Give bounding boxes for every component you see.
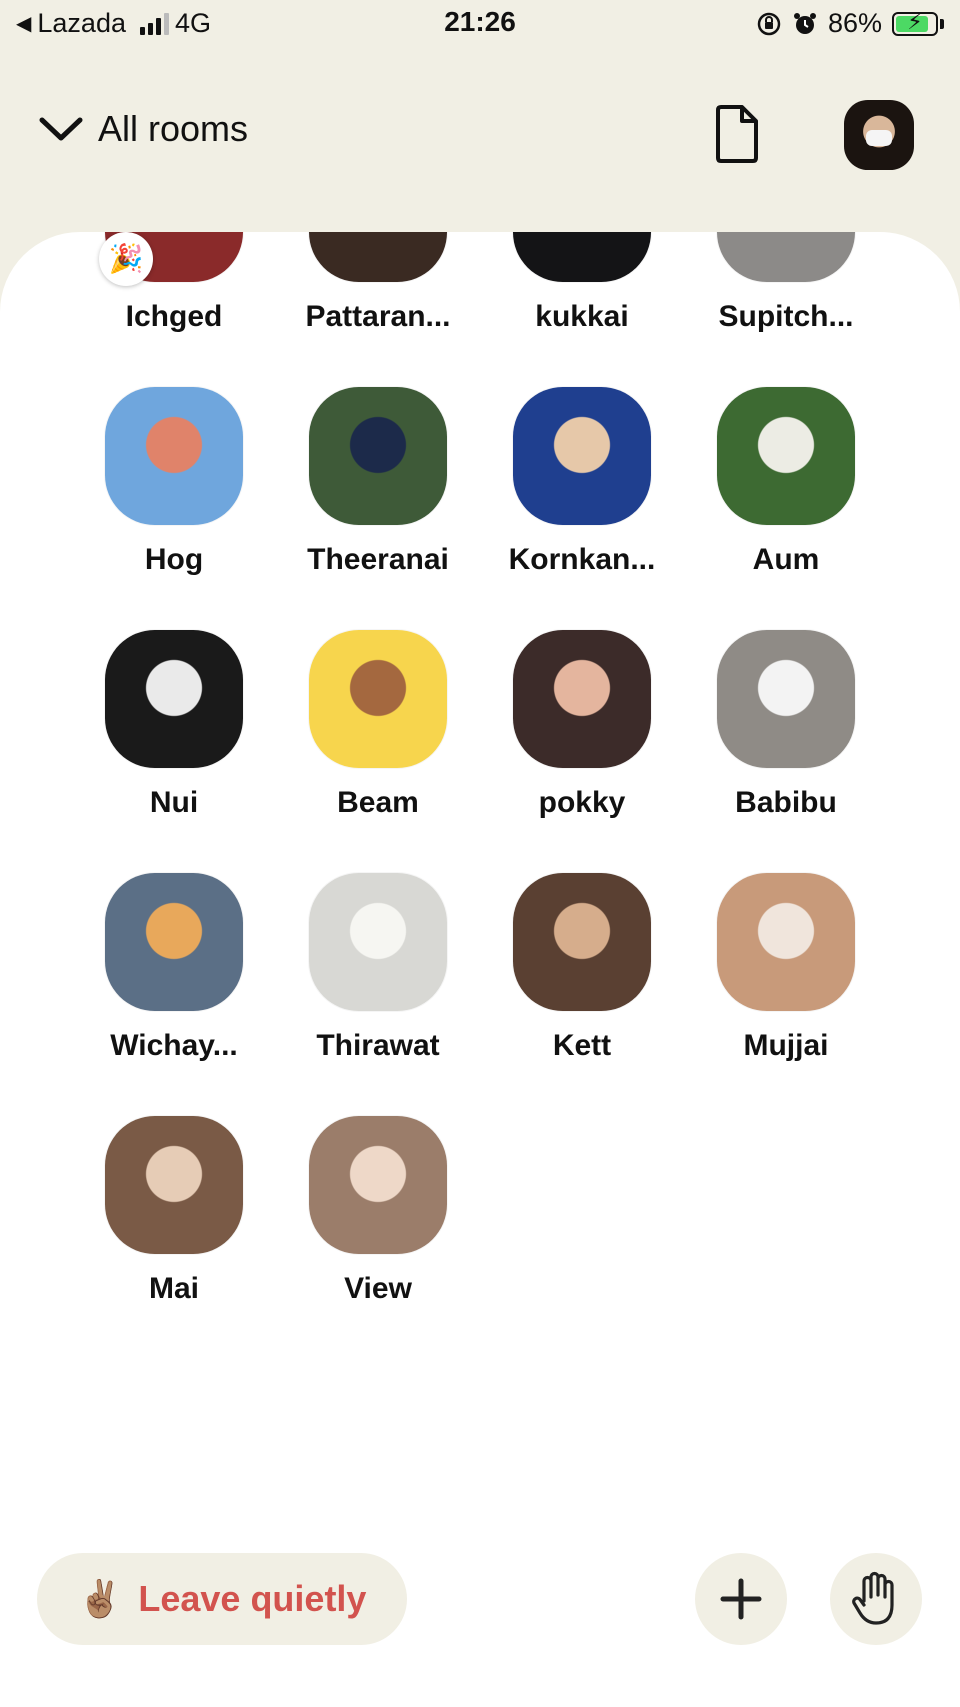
participant-name: Nui [149, 786, 199, 819]
participant-name: Hog [144, 543, 204, 576]
participant-name: View [344, 1272, 412, 1305]
participant-tile[interactable]: Kornkan... [480, 387, 684, 577]
avatar-mask-detail [866, 130, 892, 146]
profile-avatar[interactable] [844, 100, 914, 170]
add-button[interactable] [695, 1553, 787, 1645]
participant-tile[interactable]: Kett [480, 873, 684, 1063]
participant-tile[interactable]: 🎉 Ichged [72, 232, 276, 334]
party-badge-icon: 🎉 [99, 232, 153, 286]
participant-tile[interactable]: Theeranai [276, 387, 480, 577]
participant-avatar[interactable] [309, 387, 447, 525]
participant-name: Mujjai [743, 1029, 829, 1062]
participant-name: Pattaran... [305, 300, 451, 333]
participant-avatar[interactable]: 🎉 [99, 232, 243, 286]
participant-tile[interactable]: View [276, 1116, 480, 1306]
battery-icon: ⚡ [892, 8, 938, 36]
participant-avatar[interactable] [309, 630, 447, 768]
battery-percent: 86% [827, 8, 882, 38]
battery-nub [940, 18, 944, 29]
participant-tile[interactable]: Mai [72, 1116, 276, 1306]
participant-tile[interactable]: kukkai [480, 232, 684, 334]
participant-name: Thirawat [316, 1029, 440, 1062]
participant-tile[interactable]: Nui [72, 630, 276, 820]
participant-avatar[interactable] [513, 387, 651, 525]
participant-name: Beam [337, 786, 419, 819]
participant-avatar[interactable] [513, 630, 651, 768]
participant-avatar[interactable] [513, 873, 651, 1011]
participant-name: Aum [752, 543, 820, 576]
participant-name: Supitch... [718, 300, 854, 333]
participant-name: Babibu [735, 786, 837, 819]
leave-quietly-button[interactable]: ✌🏽 Leave quietly [37, 1553, 407, 1645]
participant-avatar[interactable] [717, 232, 855, 282]
room-sheet: 🎉 Ichged Pattaran... kukkai Supitch... Hog The… [0, 232, 960, 1707]
alarm-icon [793, 12, 816, 34]
participant-avatar[interactable] [309, 232, 447, 282]
participant-tile[interactable]: Babibu [684, 630, 888, 820]
peace-hand-icon: ✌🏽 [77, 1578, 123, 1619]
chevron-down-icon [39, 117, 83, 141]
participant-avatar[interactable] [309, 1116, 447, 1254]
participant-name: Kett [552, 1029, 612, 1062]
status-bar: ◀ Lazada 4G 21:26 86% ⚡ [0, 0, 960, 50]
participant-avatar[interactable] [105, 630, 243, 768]
participant-name: Kornkan... [508, 543, 656, 576]
participant-tile[interactable]: Thirawat [276, 873, 480, 1063]
all-rooms-label: All rooms [98, 108, 249, 149]
participant-tile[interactable]: Supitch... [684, 232, 888, 334]
participant-avatar[interactable] [513, 232, 651, 282]
all-rooms-dropdown[interactable]: All rooms [38, 108, 248, 150]
status-bar-right: 86% ⚡ [756, 8, 944, 39]
participant-avatar[interactable] [309, 873, 447, 1011]
orientation-lock-icon [757, 12, 781, 35]
participant-name: Mai [148, 1272, 199, 1305]
participant-tile[interactable]: Mujjai [684, 873, 888, 1063]
participant-name: pokky [538, 786, 626, 819]
participant-tile[interactable]: Pattaran... [276, 232, 480, 334]
participant-avatar[interactable] [105, 873, 243, 1011]
participant-name: Theeranai [307, 543, 449, 576]
leave-quietly-label: Leave quietly [138, 1578, 367, 1619]
participant-name: Wichay... [110, 1029, 238, 1062]
participant-avatar[interactable] [717, 387, 855, 525]
raise-hand-button[interactable] [830, 1553, 922, 1645]
participant-name: kukkai [535, 300, 629, 333]
participant-tile[interactable]: Wichay... [72, 873, 276, 1063]
participant-avatar[interactable] [717, 630, 855, 768]
participant-avatar[interactable] [105, 1116, 243, 1254]
participant-tile[interactable]: Beam [276, 630, 480, 820]
participant-tile[interactable]: Hog [72, 387, 276, 577]
participant-tile[interactable]: Aum [684, 387, 888, 577]
participant-name: Ichged [125, 300, 223, 333]
participant-avatar[interactable] [717, 873, 855, 1011]
participant-avatar[interactable] [105, 387, 243, 525]
participant-tile[interactable]: pokky [480, 630, 684, 820]
document-icon[interactable] [712, 104, 762, 164]
raise-hand-icon [852, 1571, 894, 1625]
charging-bolt-icon: ⚡ [907, 8, 923, 34]
plus-icon [720, 1578, 762, 1620]
header: All rooms [0, 90, 960, 180]
